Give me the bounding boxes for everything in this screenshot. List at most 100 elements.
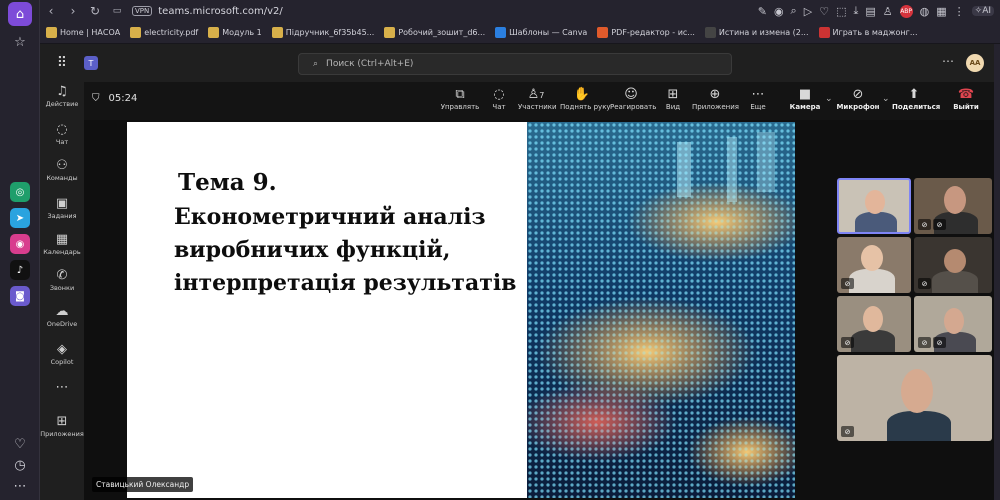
- camera-snapshot-icon[interactable]: ▭: [106, 6, 128, 16]
- bookmark-item[interactable]: PDF-редактор - ис...: [597, 27, 695, 38]
- forward-icon[interactable]: ›: [62, 4, 84, 18]
- bookmark-item[interactable]: Истина и измена (2...: [704, 27, 809, 38]
- leave-button[interactable]: ☎ Выйти: [950, 86, 982, 111]
- video-camera-icon: ■: [798, 87, 812, 102]
- control-button[interactable]: ⧉ Управлять: [440, 86, 480, 111]
- mic-options-chevron-icon[interactable]: ⌄: [882, 94, 890, 104]
- sidebar-item-chat[interactable]: ◌ Чат: [40, 122, 84, 146]
- ai-button[interactable]: ✧AI: [971, 6, 994, 16]
- vpn-badge[interactable]: VPN: [132, 6, 153, 16]
- bookmark-item[interactable]: electricity.pdf: [130, 27, 198, 38]
- sidebar-item-copilot[interactable]: ◈ Copilot: [40, 342, 84, 366]
- mic-button[interactable]: ⊘ Микрофон: [836, 86, 880, 111]
- sidebar-item-label: Чат: [55, 138, 69, 146]
- sidebar-item-bell[interactable]: ♫ Действие: [40, 84, 84, 108]
- participant-body: [932, 271, 978, 293]
- mic-off-icon: ⊘: [841, 426, 854, 437]
- mahjong-icon: [818, 27, 830, 38]
- telegram-icon[interactable]: ➤: [10, 208, 30, 228]
- more-icon[interactable]: ⋯: [8, 474, 32, 498]
- download-icon[interactable]: ⤓: [853, 4, 858, 18]
- chatgpt-icon[interactable]: ◎: [10, 182, 30, 202]
- instagram-icon[interactable]: ◉: [10, 234, 30, 254]
- search-page-icon[interactable]: ⌕: [791, 4, 797, 18]
- react-button[interactable]: ☺ Реагировать: [610, 86, 656, 111]
- participant-video-tile[interactable]: [837, 178, 911, 234]
- participant-video-tile[interactable]: ⊘ ⊘: [914, 178, 992, 234]
- more-apps-icon[interactable]: ⋯: [40, 380, 84, 396]
- participant-video-tile[interactable]: ⊘: [914, 237, 992, 293]
- sidebar-item-assignments[interactable]: ▣ Задания: [40, 196, 84, 220]
- menu-icon[interactable]: ⋮: [954, 5, 965, 18]
- participant-video-tile[interactable]: ⊘: [837, 296, 911, 352]
- bookmark-item[interactable]: Модуль 1: [208, 27, 262, 38]
- bookmarks-bar: Home | НАСОА electricity.pdf Модуль 1 Підру…: [40, 22, 1000, 44]
- sidebar-item-phone[interactable]: ✆ Звонки: [40, 268, 84, 292]
- participant-video-tile[interactable]: ⊘: [837, 355, 992, 441]
- share-button[interactable]: ⬆ Поделиться: [892, 86, 940, 111]
- bookmark-item[interactable]: Home | НАСОА: [46, 27, 120, 38]
- bookmark-label: Играть в маджонг...: [832, 28, 918, 37]
- sidebar-item-calendar[interactable]: ▦ Календарь: [40, 232, 84, 256]
- camera-button[interactable]: ■ Камера: [788, 86, 822, 111]
- star-icon[interactable]: ☆: [8, 30, 32, 54]
- bookmark-item[interactable]: Шаблоны — Canva: [495, 27, 587, 38]
- mic-off-icon: ⊘: [918, 278, 931, 289]
- slide-line: виробничих функцій,: [174, 237, 451, 263]
- slide-line: Економетричний аналіз: [174, 204, 486, 230]
- slide-title: Тема 9.: [178, 169, 277, 196]
- bookmark-label: Підручник_6f35b45...: [285, 28, 375, 37]
- mic-off-icon: ⊘: [852, 87, 864, 102]
- avatar[interactable]: AA: [966, 54, 984, 72]
- adblock-icon[interactable]: ABP: [899, 4, 913, 18]
- camera-options-chevron-icon[interactable]: ⌄: [825, 94, 833, 104]
- apps-button[interactable]: ⊕ Приложения: [692, 86, 739, 111]
- send-icon[interactable]: ▷: [804, 5, 812, 18]
- leave-label: Выйти: [953, 103, 979, 111]
- bookmark-item[interactable]: Підручник_6f35b45...: [271, 27, 375, 38]
- more-options-icon[interactable]: ⋯: [942, 54, 954, 68]
- calendar-icon: ▦: [55, 232, 69, 247]
- bookmark-item[interactable]: Робочий_зошит_d6...: [384, 27, 485, 38]
- search-input[interactable]: ⌕ Поиск (Ctrl+Alt+E): [298, 53, 732, 75]
- participants-button[interactable]: ♙7 Участники: [518, 86, 557, 111]
- app-launcher-icon[interactable]: ⠿: [40, 55, 84, 71]
- participant-video-tile[interactable]: ⊘ ⊘: [914, 296, 992, 352]
- screenshot-icon[interactable]: ◉: [774, 5, 784, 18]
- slide-text: Тема 9. Економетричний аналіз виробничих…: [174, 169, 516, 300]
- box-icon[interactable]: ⬚: [836, 5, 846, 18]
- globe-icon[interactable]: ◍: [920, 5, 930, 18]
- notes-icon[interactable]: ▤: [865, 5, 875, 18]
- music-player-icon[interactable]: ◙: [10, 286, 30, 306]
- teams-logo-icon: T: [84, 56, 98, 70]
- reload-icon[interactable]: ↻: [84, 4, 106, 18]
- url-field[interactable]: teams.microsoft.com/v2/: [158, 6, 283, 17]
- home-icon[interactable]: ⌂: [8, 2, 32, 26]
- camera-label: Камера: [789, 103, 821, 111]
- view-button[interactable]: ⊞ Вид: [662, 86, 684, 111]
- more-button[interactable]: ⋯ Еще: [746, 86, 770, 111]
- edit-icon[interactable]: ✎: [758, 5, 767, 18]
- extensions-icon[interactable]: ▦: [936, 5, 946, 18]
- raise-hand-button[interactable]: ✋ Поднять руку: [560, 86, 611, 111]
- folder-icon: [208, 27, 220, 38]
- chat-button[interactable]: ◌ Чат: [488, 86, 510, 111]
- participant-video-tile[interactable]: ⊘: [837, 237, 911, 293]
- elapsed-time: 05:24: [108, 93, 138, 104]
- control-icon: ⧉: [455, 87, 465, 102]
- back-icon[interactable]: ‹: [40, 4, 62, 18]
- tiktok-icon[interactable]: ♪: [10, 260, 30, 280]
- apps-label: Приложения: [692, 103, 739, 111]
- search-icon: ⌕: [313, 59, 319, 69]
- heart-icon[interactable]: ♡: [819, 5, 829, 18]
- sidebar-item-label: Задания: [47, 212, 77, 220]
- sidebar-item-apps[interactable]: ⊞ Приложения: [40, 414, 84, 438]
- meeting-stage: Тема 9. Економетричний аналіз виробничих…: [84, 120, 1000, 500]
- participant-body: [851, 330, 895, 352]
- sidebar-item-cloud[interactable]: ☁ OneDrive: [40, 304, 84, 328]
- copilot-icon: ◈: [57, 342, 67, 357]
- bookmark-item[interactable]: Играть в маджонг...: [818, 27, 918, 38]
- profile-icon[interactable]: ♙: [883, 5, 893, 18]
- participant-face: [861, 245, 883, 271]
- sidebar-item-teams[interactable]: ⚇ Команды: [40, 158, 84, 182]
